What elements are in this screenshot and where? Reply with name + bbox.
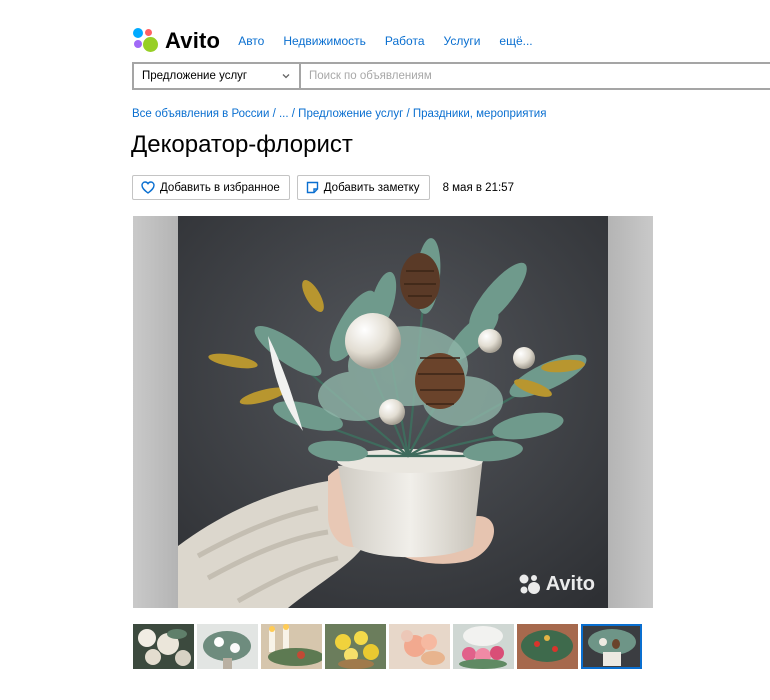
breadcrumb-services[interactable]: Предложение услуг [298,108,403,120]
favorites-label: Добавить в избранное [160,181,280,194]
thumbnail-7[interactable] [517,624,578,669]
thumbnail-2[interactable] [197,624,258,669]
site-header: Avito Авто Недвижимость Работа Услуги ещ… [133,26,552,56]
note-label: Добавить заметку [323,181,420,194]
thumbnail-6[interactable] [453,624,514,669]
breadcrumb: Все объявления в России / ... / Предложе… [132,108,546,120]
search-input[interactable] [301,64,770,88]
thumbnail-1[interactable] [133,624,194,669]
listing-actions: Добавить в избранное Добавить заметку 8 … [132,175,514,200]
search-bar: Предложение услуг [132,62,770,90]
thumbnail-4[interactable] [325,624,386,669]
main-photo [178,216,608,608]
nav-realty[interactable]: Недвижимость [283,34,366,48]
category-select[interactable]: Предложение услуг [134,64,301,88]
listing-title: Декоратор-флорист [131,131,353,158]
gallery-side-right [608,216,653,608]
nav-auto[interactable]: Авто [238,34,264,48]
note-icon [306,181,318,194]
thumbnail-strip [133,624,645,669]
main-nav: Авто Недвижимость Работа Услуги ещё... [238,34,551,48]
nav-more[interactable]: ещё... [499,34,532,48]
logo-dots-icon [133,28,159,54]
thumbnail-5[interactable] [389,624,450,669]
avito-logo[interactable]: Avito [133,28,220,54]
add-note-button[interactable]: Добавить заметку [296,175,430,200]
watermark-dots-icon [519,574,540,594]
heart-icon [141,181,155,194]
logo-text: Avito [165,28,221,53]
breadcrumb-events[interactable]: Праздники, мероприятия [413,108,547,120]
breadcrumb-all-ads[interactable]: Все объявления в России [132,108,269,120]
listing-date: 8 мая в 21:57 [442,181,514,194]
watermark-text: Avito [545,573,595,595]
thumbnail-3[interactable] [261,624,322,669]
photo-gallery[interactable]: Avito [133,216,653,608]
category-select-value: Предложение услуг [142,70,248,82]
thumbnail-8-selected[interactable] [581,624,642,669]
nav-services[interactable]: Услуги [444,34,481,48]
nav-jobs[interactable]: Работа [385,34,425,48]
chevron-down-icon [282,74,290,79]
breadcrumb-ellipsis[interactable]: ... [279,108,289,120]
add-to-favorites-button[interactable]: Добавить в избранное [132,175,290,200]
gallery-side-left [133,216,178,608]
avito-watermark: Avito [519,573,595,596]
